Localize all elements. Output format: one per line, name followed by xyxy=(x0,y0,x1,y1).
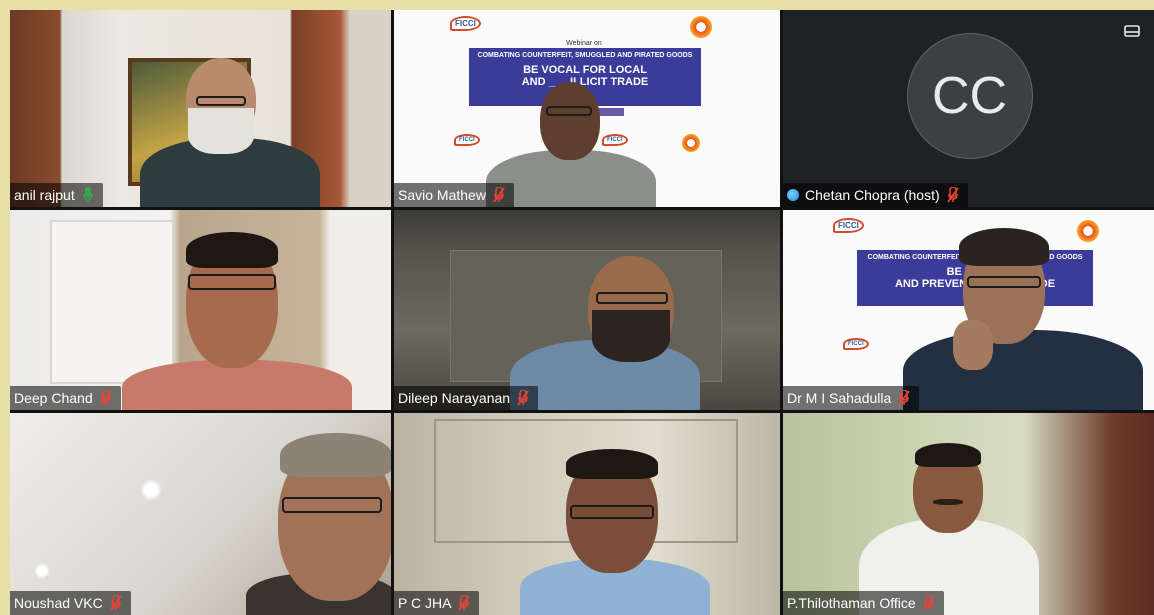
person-mustache xyxy=(933,499,963,505)
mic-off-icon xyxy=(946,187,960,203)
participant-name: P.Thilothaman Office xyxy=(787,595,916,611)
person-beard xyxy=(188,108,254,154)
host-badge-icon xyxy=(787,189,799,201)
participant-tile-anil-rajput[interactable]: anil rajput xyxy=(10,10,391,207)
video-grid: anil rajput FICCI Webinar on COMBATING C… xyxy=(10,10,1154,615)
person-glasses xyxy=(282,497,382,513)
layout-icon[interactable] xyxy=(1122,22,1142,40)
mic-off-icon xyxy=(457,595,471,611)
person-glasses xyxy=(188,274,276,290)
participant-nameplate: P C JHA xyxy=(394,591,480,615)
participant-name: Chetan Chopra (host) xyxy=(805,187,940,203)
participant-tile-savio-mathew[interactable]: FICCI Webinar on COMBATING COUNTERFEIT, … xyxy=(394,10,780,207)
participant-tile-dr-m-i-sahadulla[interactable]: FICCI COMBATING COUNTERFEIT, SMUGGLED AN… xyxy=(783,210,1154,410)
person-glasses xyxy=(196,96,246,106)
ficci-logo: FICCI xyxy=(450,16,481,31)
participant-name: anil rajput xyxy=(14,187,75,203)
ceiling-light xyxy=(34,563,50,579)
participant-tile-deep-chand[interactable]: Deep Chand xyxy=(10,210,391,410)
participant-nameplate: Chetan Chopra (host) xyxy=(783,183,968,207)
mic-off-icon xyxy=(516,390,530,406)
person-hair xyxy=(566,449,658,479)
mic-off-icon xyxy=(109,595,123,611)
partner-logo xyxy=(690,16,712,38)
person-body xyxy=(903,330,1143,410)
person-hand xyxy=(953,320,993,370)
participant-tile-chetan-chopra[interactable]: CC Chetan Chopra (host) xyxy=(783,10,1154,207)
person-glasses xyxy=(967,276,1041,288)
participant-nameplate: Dr M I Sahadulla xyxy=(783,386,920,410)
person-hair xyxy=(186,232,278,268)
participant-nameplate: anil rajput xyxy=(10,183,103,207)
person-beard xyxy=(592,310,670,362)
participant-nameplate: Dileep Narayanan xyxy=(394,386,539,410)
person-hair xyxy=(915,443,981,467)
participant-name: Savio Mathew xyxy=(398,187,486,203)
mic-off-icon xyxy=(492,187,506,203)
door-panel xyxy=(50,220,174,384)
participant-name: Dr M I Sahadulla xyxy=(787,390,892,406)
partner-logo xyxy=(1077,220,1099,242)
participant-nameplate: Deep Chand xyxy=(10,386,121,410)
participant-nameplate: Savio Mathew xyxy=(394,183,514,207)
partner-logo-small xyxy=(682,134,700,152)
mic-off-icon xyxy=(99,390,113,406)
slide-line-2: BE VOCAL FOR LOCAL xyxy=(523,63,647,76)
person-head xyxy=(540,82,600,160)
participant-tile-p-thilothaman-office[interactable]: P.Thilothaman Office xyxy=(783,413,1154,615)
person-hair xyxy=(280,433,391,477)
participant-nameplate: Noushad VKC xyxy=(10,591,131,615)
slide-small-heading: Webinar on xyxy=(566,40,602,47)
ficci-logo-small: FICCI xyxy=(454,134,480,146)
participant-tile-p-c-jha[interactable]: P C JHA xyxy=(394,413,780,615)
avatar: CC xyxy=(906,32,1033,159)
participant-name: Noushad VKC xyxy=(14,595,103,611)
person-glasses xyxy=(596,292,668,304)
slide-headline: COMBATING COUNTERFEIT, SMUGGLED AND PIRA… xyxy=(477,52,693,59)
ficci-logo-small: FICCI xyxy=(602,134,628,146)
ficci-logo: FICCI xyxy=(833,218,864,233)
person-glasses xyxy=(570,505,654,519)
ceiling-light xyxy=(140,479,162,501)
participant-name: P C JHA xyxy=(398,595,452,611)
mic-icon xyxy=(81,187,95,203)
participant-name: Dileep Narayanan xyxy=(398,390,511,406)
person-hair xyxy=(959,228,1049,266)
person-glasses xyxy=(546,106,592,116)
participant-name: Deep Chand xyxy=(14,390,93,406)
participant-tile-noushad-vkc[interactable]: Noushad VKC xyxy=(10,413,391,615)
mic-off-icon xyxy=(922,595,936,611)
participant-tile-dileep-narayanan[interactable]: Dileep Narayanan xyxy=(394,210,780,410)
mic-off-icon xyxy=(897,390,911,406)
ficci-logo-small: FICCI xyxy=(843,338,869,350)
participant-nameplate: P.Thilothaman Office xyxy=(783,591,944,615)
